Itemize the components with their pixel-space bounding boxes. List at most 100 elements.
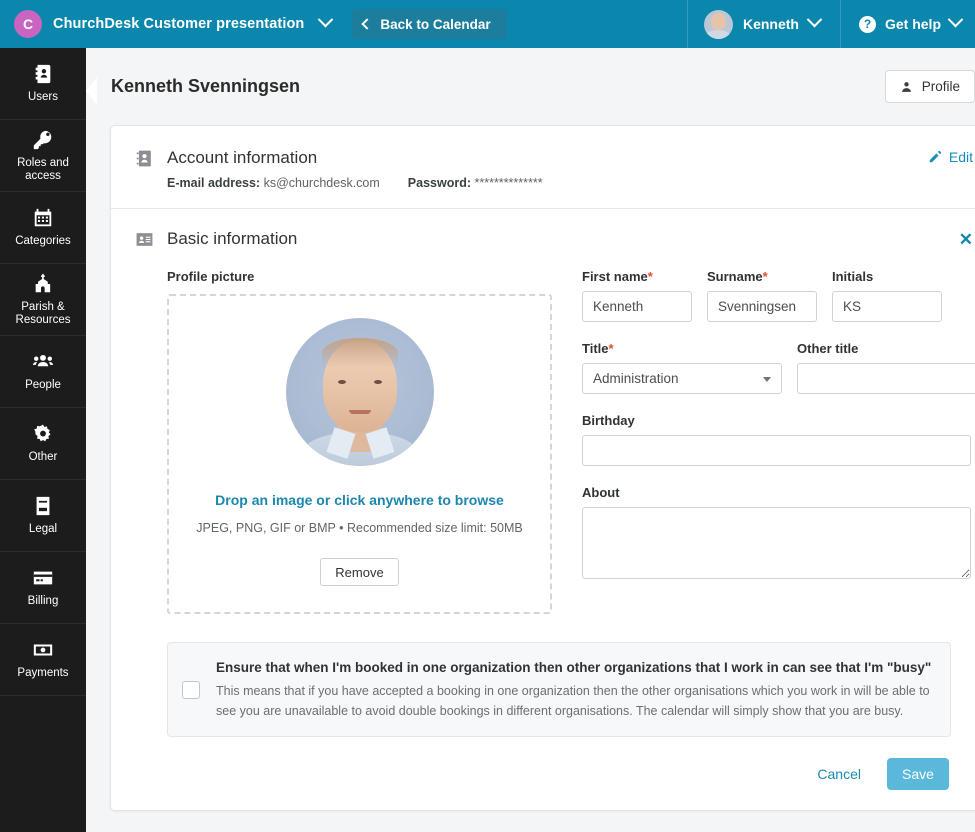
sidebar-item-categories[interactable]: Categories — [0, 192, 86, 264]
busy-visibility-checkbox[interactable] — [182, 681, 200, 699]
sidebar-item-parish-and-resources[interactable]: Parish & Resources — [0, 264, 86, 336]
sidebar-item-label: Parish & Resources — [15, 300, 71, 326]
sidebar-item-legal[interactable]: Legal — [0, 480, 86, 552]
back-to-calendar-label: Back to Calendar — [380, 16, 491, 32]
banknote-icon — [33, 644, 53, 656]
email-row: E-mail address: ks@churchdesk.com — [167, 176, 380, 190]
credit-card-icon — [33, 571, 53, 585]
cancel-button[interactable]: Cancel — [811, 765, 867, 783]
profile-button[interactable]: Profile — [884, 70, 975, 103]
sidebar-item-roles-and-access[interactable]: Roles and access — [0, 120, 86, 192]
page-title: Kenneth Svenningsen — [111, 76, 301, 96]
initials-field[interactable] — [832, 291, 942, 322]
contact-book-icon — [35, 64, 51, 84]
avatar — [703, 9, 733, 39]
dropzone-primary-text: Drop an image or click anywhere to brows… — [215, 492, 504, 508]
account-information-title: Account information — [167, 148, 318, 167]
form-footer: Cancel Save — [135, 737, 975, 810]
basic-information-header: Basic information — [135, 229, 975, 249]
other-title-field[interactable] — [797, 363, 975, 394]
sidebar-item-label: Other — [28, 451, 58, 463]
first-name-label: First name* — [582, 269, 653, 284]
edit-account-link[interactable]: Edit — [928, 149, 973, 165]
org-avatar: C — [14, 10, 42, 38]
account-information-details: E-mail address: ks@churchdesk.com Passwo… — [167, 176, 975, 190]
org-switcher-chevron-down-icon[interactable] — [318, 11, 334, 33]
key-icon — [33, 130, 52, 149]
gear-icon — [34, 424, 51, 442]
save-button[interactable]: Save — [887, 758, 949, 790]
get-help-menu[interactable]: ? Get help — [839, 0, 975, 48]
required-marker: * — [608, 341, 614, 356]
id-card-icon — [136, 232, 153, 246]
settings-card: Account information E-mail address: ks@c… — [110, 125, 975, 811]
basic-information-body: Profile picture Drop an image or click a… — [135, 249, 975, 614]
first-name-group: First name* — [582, 269, 692, 322]
profile-picture-label: Profile picture — [167, 269, 255, 284]
title-row: Title* Other title — [582, 341, 975, 394]
sidebar-item-label: Legal — [28, 523, 58, 535]
org-name: ChurchDesk Customer presentation — [53, 16, 305, 32]
sidebar-item-label: People — [25, 379, 61, 391]
sidebar-item-label: Users — [27, 91, 59, 103]
title-select-wrapper — [582, 363, 782, 394]
basic-information-form: First name* Surname* Initials — [582, 269, 975, 614]
sidebar: Users Roles and access Categories Parish… — [0, 48, 97, 832]
email-label: E-mail address: — [167, 176, 261, 190]
sidebar-item-billing[interactable]: Billing — [0, 552, 86, 624]
password-label: Password: — [407, 176, 471, 190]
birthday-group: Birthday — [582, 413, 975, 466]
document-icon — [36, 496, 50, 516]
account-information-section: Account information E-mail address: ks@c… — [111, 126, 975, 209]
person-icon — [901, 81, 911, 92]
sidebar-item-users[interactable]: Users — [0, 48, 86, 120]
surname-group: Surname* — [707, 269, 817, 322]
title-label: Title* — [582, 341, 614, 356]
user-menu[interactable]: Kenneth — [686, 0, 840, 48]
birthday-field[interactable] — [582, 435, 971, 466]
name-row: First name* Surname* Initials — [582, 269, 975, 322]
edit-account-label: Edit — [948, 149, 973, 165]
main-content: Kenneth Svenningsen Profile Account info… — [86, 48, 975, 832]
initials-label: Initials — [832, 269, 874, 284]
sidebar-item-other[interactable]: Other — [0, 408, 86, 480]
profile-picture-preview — [285, 318, 434, 466]
sidebar-item-label: Billing — [27, 595, 59, 607]
sidebar-item-label: Categories — [15, 235, 71, 247]
top-bar-right: Kenneth ? Get help — [686, 0, 975, 48]
user-name-label: Kenneth — [742, 16, 799, 32]
question-mark-icon: ? — [858, 15, 876, 33]
initials-group: Initials — [832, 269, 942, 322]
other-title-group: Other title — [797, 341, 975, 394]
other-title-label: Other title — [797, 341, 859, 356]
required-marker: * — [762, 269, 768, 284]
about-field[interactable] — [582, 507, 971, 579]
sidebar-item-payments[interactable]: Payments — [0, 624, 86, 696]
required-marker: * — [647, 269, 653, 284]
about-label: About — [582, 485, 620, 500]
surname-label: Surname* — [707, 269, 768, 284]
birthday-label: Birthday — [582, 413, 635, 428]
sidebar-item-people[interactable]: People — [0, 336, 86, 408]
get-help-chevron-down-icon — [947, 11, 964, 33]
busy-visibility-text: Ensure that when I'm booked in one organ… — [216, 658, 934, 721]
first-name-field[interactable] — [582, 291, 692, 322]
title-select[interactable] — [582, 363, 782, 394]
password-row: Password: ************** — [408, 176, 543, 190]
close-icon[interactable]: ✕ — [959, 231, 973, 248]
top-bar: C ChurchDesk Customer presentation Back … — [0, 0, 975, 48]
email-value: ks@churchdesk.com — [263, 176, 380, 190]
basic-information-title: Basic information — [167, 229, 298, 248]
profile-picture-column: Profile picture Drop an image or click a… — [167, 269, 552, 614]
profile-picture-dropzone[interactable]: Drop an image or click anywhere to brows… — [167, 294, 552, 614]
about-group: About — [582, 485, 975, 584]
surname-field[interactable] — [707, 291, 817, 322]
sidebar-item-label: Payments — [17, 667, 69, 679]
back-to-calendar-button[interactable]: Back to Calendar — [352, 9, 507, 39]
sidebar-item-label: Roles and access — [17, 156, 69, 182]
page-header: Kenneth Svenningsen Profile — [86, 48, 975, 125]
dropzone-secondary-text: JPEG, PNG, GIF or BMP • Recommended size… — [196, 521, 523, 535]
remove-picture-button[interactable]: Remove — [320, 558, 399, 586]
busy-visibility-banner: Ensure that when I'm booked in one organ… — [167, 642, 951, 737]
title-group: Title* — [582, 341, 782, 394]
